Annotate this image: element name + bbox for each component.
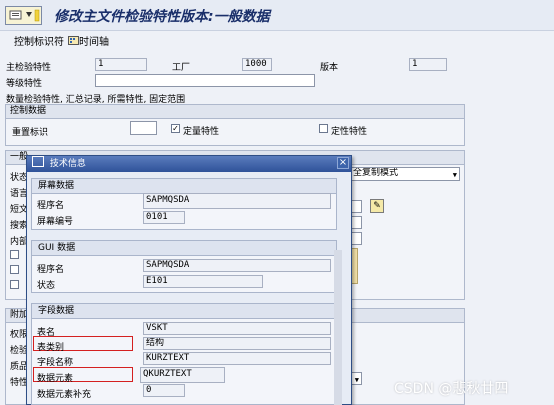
data-element-supplement-label: 数据元素补充 bbox=[37, 390, 92, 400]
screen-number-label: 屏幕编号 bbox=[37, 217, 74, 227]
edit-long-text-icon[interactable]: ✎ bbox=[370, 199, 384, 213]
master-char-label: 主检验特性 bbox=[6, 63, 52, 73]
screen-program-field[interactable]: SAPMQSDA bbox=[143, 193, 331, 209]
dialog-title: 技术信息 bbox=[49, 159, 86, 169]
timeline-label: 时间轴 bbox=[79, 37, 109, 48]
screen-data-heading: 屏幕数据 bbox=[32, 179, 336, 194]
window-title: 修改主文件检验特性版本:一般数据 bbox=[54, 9, 270, 25]
master-char-field[interactable]: 1 bbox=[95, 58, 147, 71]
version-field[interactable]: 1 bbox=[409, 58, 447, 71]
screen-program-label: 程序名 bbox=[37, 201, 65, 211]
screen-number-field[interactable]: 0101 bbox=[143, 211, 185, 224]
level-char-field[interactable] bbox=[95, 74, 315, 87]
gui-program-field[interactable]: SAPMQSDA bbox=[143, 259, 331, 272]
sap-menu-icon bbox=[9, 9, 40, 22]
dialog-title-bar[interactable]: 技术信息 bbox=[27, 156, 351, 172]
quant-char-label: 定量特性 bbox=[183, 127, 220, 137]
close-icon[interactable]: × bbox=[337, 157, 349, 169]
qual-char-label: 定性特性 bbox=[331, 127, 368, 137]
reset-label: 重置标识 bbox=[12, 128, 49, 138]
dialog-scrollbar[interactable] bbox=[334, 250, 342, 405]
copy-mode-value: 全复制模式 bbox=[353, 168, 399, 178]
timeline-button[interactable]: 时间轴 bbox=[68, 33, 109, 48]
gui-data-heading: GUI 数据 bbox=[32, 241, 336, 256]
copy-mode-select[interactable]: 全复制模式 ▼ bbox=[350, 167, 460, 181]
general-checkbox-3[interactable] bbox=[10, 280, 19, 289]
data-element-supplement-field[interactable]: 0 bbox=[143, 384, 185, 397]
plant-field[interactable]: 1000 bbox=[242, 58, 272, 71]
quant-char-checkbox[interactable]: ✓ bbox=[171, 124, 180, 133]
control-data-group: 控制数据 bbox=[5, 104, 465, 146]
timeline-icon bbox=[68, 36, 79, 45]
data-element-label: 数据元素 bbox=[37, 374, 74, 384]
table-name-field[interactable]: VSKT bbox=[143, 322, 331, 335]
level-char-label: 等级特性 bbox=[6, 79, 43, 89]
table-category-label: 表类别 bbox=[37, 343, 65, 353]
gui-status-field[interactable]: E101 bbox=[143, 275, 263, 288]
general-checkbox-2[interactable] bbox=[10, 265, 19, 274]
watermark: CSDN @悲秋廿四 bbox=[394, 381, 509, 397]
plant-label: 工厂 bbox=[172, 63, 191, 73]
window-icon bbox=[32, 156, 44, 167]
gui-program-label: 程序名 bbox=[37, 265, 65, 275]
table-category-field[interactable]: 结构 bbox=[143, 337, 331, 350]
field-data-heading: 字段数据 bbox=[32, 304, 336, 319]
dropdown-arrow-icon: ▼ bbox=[354, 376, 359, 384]
reset-field[interactable] bbox=[130, 121, 157, 135]
gui-status-label: 状态 bbox=[37, 281, 56, 291]
version-label: 版本 bbox=[320, 63, 339, 73]
dropdown-arrow-icon: ▼ bbox=[452, 171, 457, 179]
control-data-heading: 控制数据 bbox=[6, 105, 464, 119]
qual-char-checkbox[interactable] bbox=[319, 124, 328, 133]
general-checkbox-1[interactable] bbox=[10, 250, 19, 259]
control-indicator-button[interactable]: 控制标识符 bbox=[14, 33, 64, 48]
field-name-field[interactable]: KURZTEXT bbox=[143, 352, 331, 365]
menu-icon-box[interactable] bbox=[5, 6, 42, 25]
data-element-field[interactable]: QKURZTEXT bbox=[140, 367, 225, 383]
